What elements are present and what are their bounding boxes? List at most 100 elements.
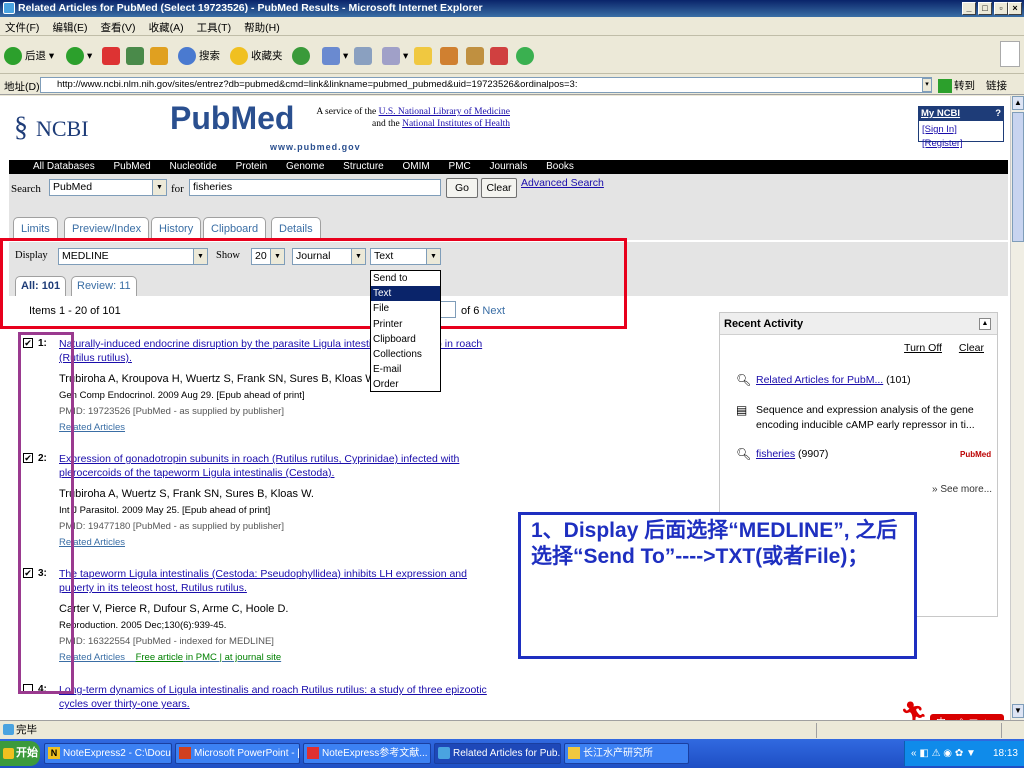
db-structure[interactable]: Structure [343, 161, 384, 172]
home-button[interactable] [150, 45, 171, 67]
favorites-button[interactable]: 收藏夹 [230, 45, 283, 67]
db-genome[interactable]: Genome [286, 161, 324, 172]
result-title-link[interactable]: Expression of gonadotropin subunits in r… [59, 452, 504, 480]
maximize-button[interactable]: □ [978, 2, 992, 15]
advanced-search-link[interactable]: Advanced Search [521, 177, 604, 189]
tab-limits[interactable]: Limits [13, 217, 58, 240]
close-button[interactable]: × [1008, 2, 1022, 15]
mail-button[interactable]: ▾ [322, 45, 348, 67]
db-nucleotide[interactable]: Nucleotide [170, 161, 217, 172]
db-pmc[interactable]: PMC [449, 161, 471, 172]
tab-preview-index[interactable]: Preview/Index [64, 217, 150, 240]
scroll-thumb[interactable] [1012, 112, 1024, 242]
page-icon [3, 724, 14, 735]
collections-option[interactable]: Collections [371, 347, 440, 362]
refresh-button[interactable] [126, 45, 147, 67]
db-omim[interactable]: OMIM [403, 161, 430, 172]
minimize-button[interactable]: _ [962, 2, 976, 15]
chevron-down-icon: ▼ [152, 180, 166, 195]
ncbi-logo[interactable]: § NCBI [14, 102, 134, 154]
print-button[interactable] [354, 45, 375, 67]
help-icon[interactable]: ? [995, 107, 1001, 121]
sign-in-link[interactable]: [Sign In] [922, 124, 957, 135]
restore-button[interactable]: ▫ [994, 2, 1008, 15]
task-ie-related-articles[interactable]: Related Articles for Pub... [434, 743, 561, 764]
result-item: ✔ 3: The tapeworm Ligula intestinalis (C… [23, 567, 513, 667]
activity-text[interactable]: Sequence and expression analysis of the … [756, 403, 996, 433]
file-option[interactable]: File [371, 301, 440, 316]
db-all[interactable]: All Databases [33, 161, 95, 172]
menu-view[interactable]: 查看(V) [96, 17, 141, 38]
tray-icons[interactable]: « ◧ ⚠ ◉ ✿ ▼ [911, 741, 976, 766]
send-to-option[interactable]: Send to [371, 271, 440, 286]
db-protein[interactable]: Protein [236, 161, 268, 172]
folder-button[interactable] [414, 45, 435, 67]
clear-activity-link[interactable]: Clear [959, 342, 984, 354]
email-option[interactable]: E-mail [371, 362, 440, 377]
tab-history[interactable]: History [151, 217, 202, 240]
menu-help[interactable]: 帮助(H) [239, 17, 285, 38]
task-folder[interactable]: 长江水产研究所 [564, 743, 689, 764]
text-option[interactable]: Text [371, 286, 440, 302]
db-pubmed[interactable]: PubMed [113, 161, 150, 172]
search-input[interactable]: fisheries [189, 179, 441, 196]
turn-off-link[interactable]: Turn Off [904, 342, 942, 354]
activity-link[interactable]: fisheries [756, 448, 795, 460]
collapse-icon[interactable]: ▲ [979, 318, 991, 330]
menu-favorites[interactable]: 收藏(A) [144, 17, 189, 38]
my-ncbi-header[interactable]: My NCBI? [919, 107, 1003, 121]
stop-button[interactable] [102, 45, 123, 67]
start-button[interactable]: 开始 [0, 741, 40, 766]
activity-link[interactable]: Related Articles for PubM... [756, 374, 883, 386]
db-books[interactable]: Books [546, 161, 574, 172]
forward-arrow-icon [66, 47, 84, 66]
go-button[interactable]: 转到 [938, 78, 975, 94]
back-button[interactable]: 后退 ▾ [4, 45, 54, 67]
ime-toolbar[interactable]: 🏃︎ 中 ◢ °, ▤ ✦ [900, 700, 1004, 720]
go-search-button[interactable]: Go [446, 178, 478, 198]
menu-edit[interactable]: 编辑(E) [47, 17, 92, 38]
links-button[interactable]: 链接 [986, 78, 1007, 93]
tab-details[interactable]: Details [271, 217, 321, 240]
menu-file[interactable]: 文件(F) [0, 17, 44, 38]
result-title-link[interactable]: Long-term dynamics of Ligula intestinali… [59, 683, 504, 711]
clear-button[interactable]: Clear [481, 178, 517, 198]
clipboard-option[interactable]: Clipboard [371, 332, 440, 347]
nlm-link[interactable]: U.S. National Library of Medicine [379, 107, 510, 117]
search-button[interactable]: 搜索 [178, 45, 220, 67]
research-button[interactable] [466, 45, 487, 67]
free-article-link[interactable]: Free article [136, 652, 184, 663]
messenger-button[interactable] [490, 45, 511, 67]
database-select[interactable]: PubMed ▼ [49, 179, 167, 196]
messenger-icon [490, 47, 508, 66]
order-option[interactable]: Order [371, 377, 440, 392]
menu-tools[interactable]: 工具(T) [192, 17, 236, 38]
scroll-down-icon[interactable]: ▼ [1012, 704, 1024, 718]
address-label: 地址(D) [4, 81, 40, 93]
free-article-source: in PMC | at journal site [185, 652, 282, 663]
task-noteexpress2[interactable]: N NoteExpress2 - C:\Docu... [44, 743, 172, 764]
db-journals[interactable]: Journals [490, 161, 528, 172]
result-title-link[interactable]: The tapeworm Ligula intestinalis (Cestod… [59, 567, 504, 595]
history-button[interactable] [292, 45, 313, 67]
result-item: ✔ 2: Expression of gonadotropin subunits… [23, 452, 513, 552]
see-more-link[interactable]: » See more... [932, 484, 992, 495]
msn-button[interactable] [516, 45, 537, 67]
printer-option[interactable]: Printer [371, 317, 440, 332]
task-noteexpress-refs[interactable]: NoteExpress参考文献... [303, 743, 431, 764]
forward-button[interactable]: ▾ [66, 45, 92, 67]
address-input[interactable]: http://www.ncbi.nlm.nih.gov/sites/entrez… [40, 77, 932, 93]
search-icon [178, 47, 196, 66]
vertical-scrollbar[interactable]: ▲ ▼ [1010, 96, 1024, 720]
register-link[interactable]: [Register] [922, 138, 963, 149]
nih-link[interactable]: National Institutes of Health [402, 119, 510, 129]
tab-clipboard[interactable]: Clipboard [203, 217, 267, 240]
system-tray: « ◧ ⚠ ◉ ✿ ▼ 18:13 [904, 741, 1024, 766]
result-authors: Carter V, Pierce R, Dufour S, Arme C, Ho… [59, 603, 289, 615]
annotation-text: 1、Display 后面选择“MEDLINE”, 之后选择“Send To”--… [531, 519, 898, 568]
task-powerpoint[interactable]: Microsoft PowerPoint - [... [175, 743, 300, 764]
scroll-up-icon[interactable]: ▲ [1012, 96, 1024, 110]
edit-button[interactable]: ▾ [382, 45, 408, 67]
address-dropdown-icon[interactable]: ▾ [922, 78, 932, 92]
pen-button[interactable] [440, 45, 461, 67]
